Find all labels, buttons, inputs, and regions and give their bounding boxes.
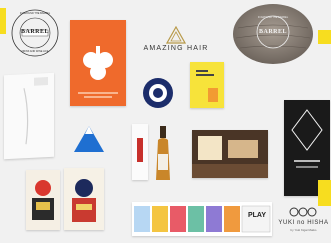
sake-bottle — [154, 126, 172, 182]
white-paper-folder — [4, 72, 54, 160]
interior-photo — [192, 130, 268, 178]
orange-poster — [70, 20, 126, 106]
amazing-hair-label: AMAZING HAIR — [143, 45, 209, 52]
yellow-side-sliver — [318, 30, 331, 44]
barrel-logo-name: BARREL — [20, 29, 49, 35]
folder-graphic — [23, 77, 48, 145]
orange-poster-graphic — [78, 46, 118, 98]
yuki-no-hisha-subtitle: by Yuki Kigai Maiko — [290, 228, 317, 232]
illustrated-card-2 — [64, 168, 104, 230]
yuki-no-hisha-logo: YUKI no HISHA by Yuki Kigai Maiko — [276, 204, 331, 238]
interior-photo-graphic — [192, 130, 268, 178]
wood-plate-ring-top: IN AROUND THE BARREL — [257, 16, 289, 19]
barrel-circle-logo: BARREL IN AROUND THE BARREL DRINK AND WI… — [10, 8, 60, 58]
product-box-graphic — [137, 138, 143, 162]
triangle-logo-icon — [166, 26, 186, 44]
postcards-graphic — [134, 205, 271, 233]
circle-badge-graphic — [143, 78, 173, 108]
navy-circle-badge — [141, 76, 175, 110]
amazing-hair-logo: AMAZING HAIR — [140, 26, 212, 56]
illustrated-card-graphic-2 — [72, 179, 96, 222]
blue-mountain-logo — [72, 124, 106, 156]
colorful-postcards: PLAY — [132, 202, 272, 236]
yuki-no-hisha-label: YUKI no HISHA — [278, 220, 329, 226]
illustrated-card-1 — [26, 170, 60, 230]
play-poster-label: PLAY — [247, 212, 267, 219]
design-portfolio-collage: BARREL IN AROUND THE BARREL DRINK AND WI… — [0, 0, 331, 243]
mountain-icon — [74, 126, 104, 152]
yellow-flyer-stack — [318, 180, 331, 206]
white-product-box — [132, 124, 148, 180]
yuki-logo-icon — [289, 207, 317, 217]
illustrated-card-graphic-1 — [32, 180, 54, 220]
wooden-plate-logo: BARREL IN AROUND THE BARREL — [232, 4, 314, 64]
sake-bottle-graphic — [156, 126, 170, 180]
wood-plate-name: BARREL — [258, 29, 287, 35]
yellow-booklet-graphic — [196, 70, 218, 102]
yellow-booklet — [190, 62, 224, 108]
barrel-logo-ring-top: IN AROUND THE BARREL — [19, 12, 51, 15]
yellow-corner-tab — [0, 8, 6, 34]
barrel-logo-ring-bottom: DRINK AND WINE LIFE — [21, 50, 49, 53]
